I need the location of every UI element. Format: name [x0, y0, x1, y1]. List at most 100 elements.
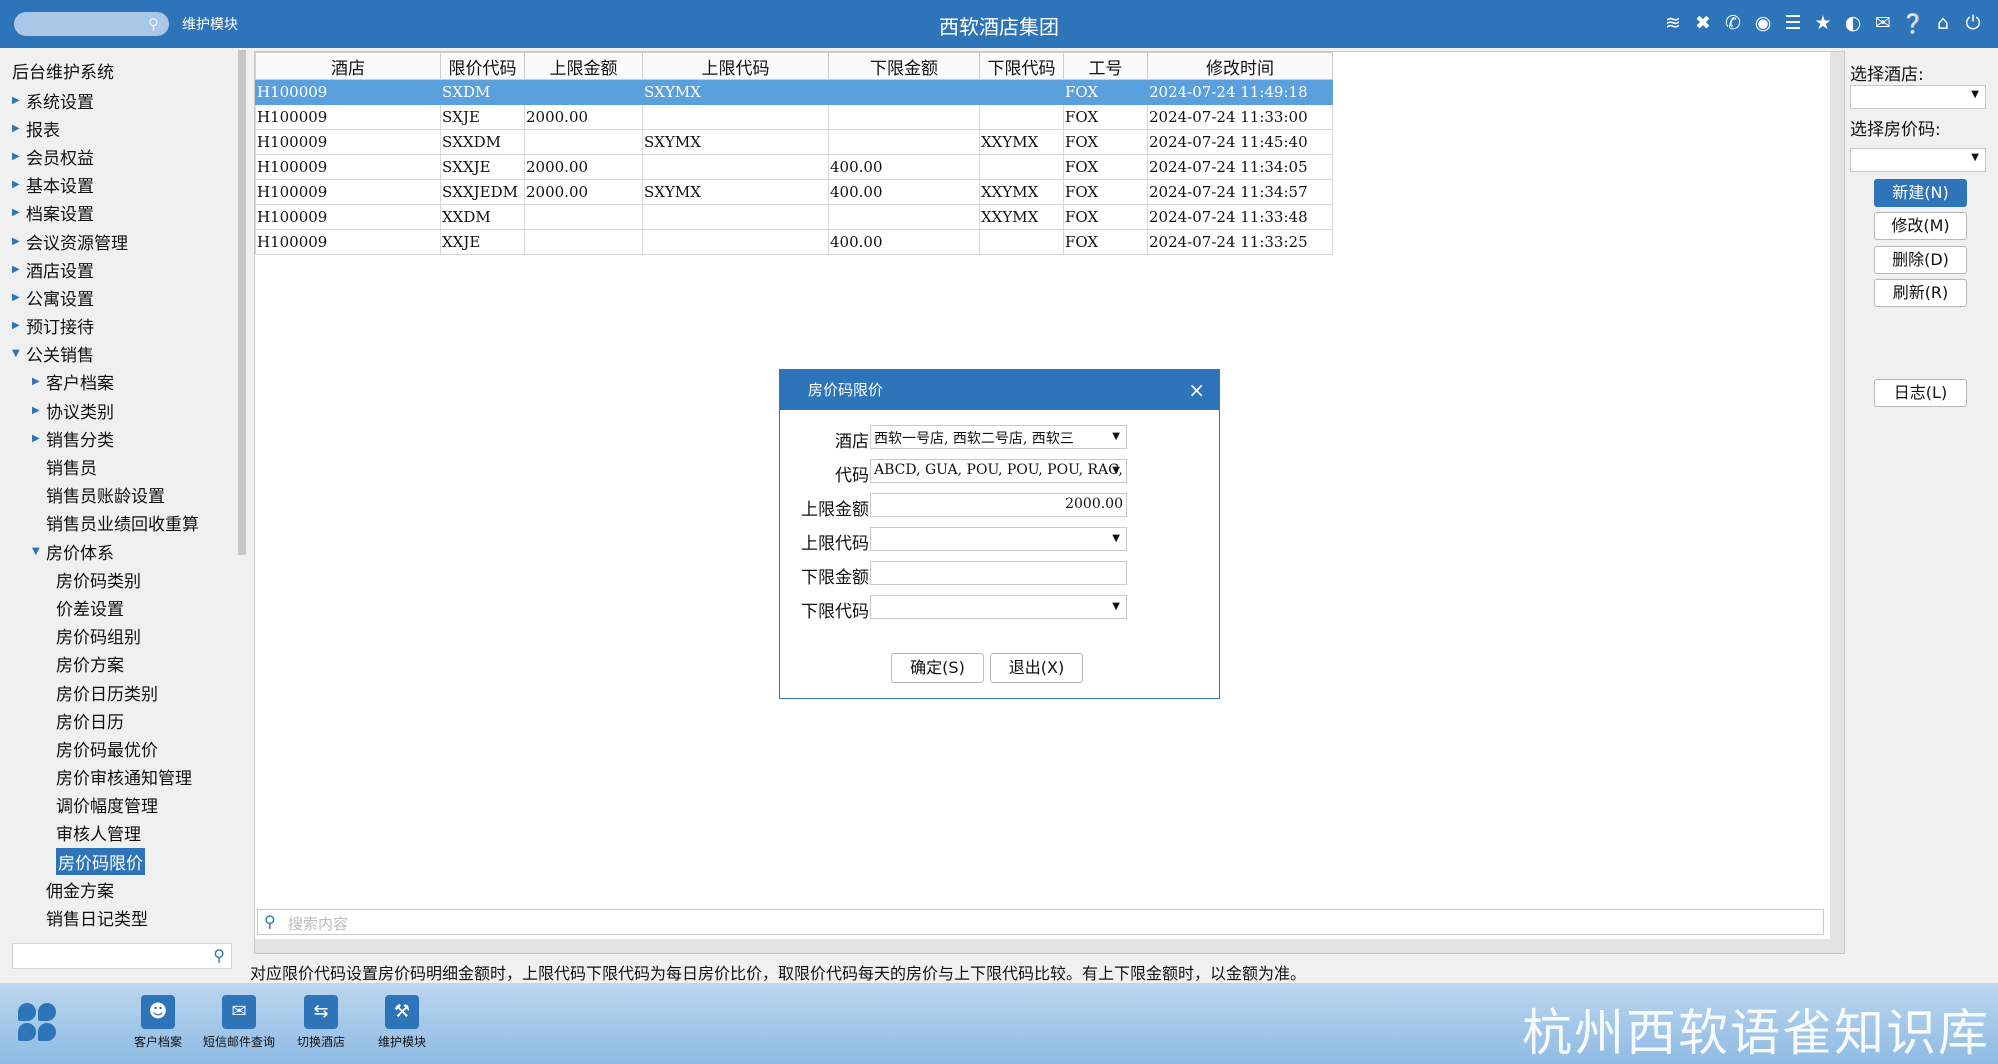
mail-icon[interactable]: ✉: [1872, 10, 1894, 36]
close-icon[interactable]: ×: [1188, 370, 1205, 410]
column-header[interactable]: 下限代码: [979, 52, 1064, 80]
chevron-down-icon[interactable]: ▼: [1112, 601, 1120, 612]
sidebar-item[interactable]: ▶ 系统设置: [0, 86, 240, 114]
expand-right-icon[interactable]: ▶: [12, 95, 26, 106]
table-row[interactable]: H100009 SXXJE 2000.00 400.00 FOX 2024-07-24 1…: [255, 154, 1333, 180]
sidebar-item[interactable]: ▶ 酒店设置: [0, 255, 240, 283]
sidebar-item[interactable]: 房价码最优价: [0, 734, 240, 762]
star-icon[interactable]: ★: [1812, 10, 1834, 36]
expand-right-icon[interactable]: ▶: [12, 207, 26, 218]
table-row[interactable]: H100009 XXJE 400.00 FOX 2024-07-24 11:33:25: [255, 229, 1333, 255]
home-icon[interactable]: ⌂: [1932, 10, 1954, 36]
sidebar-scrollbar[interactable]: [238, 50, 246, 555]
contrast-icon[interactable]: ◐: [1842, 10, 1864, 36]
table-row[interactable]: H100009 XXDM XXYMX FOX 2024-07-24 11:33:48: [255, 204, 1333, 230]
phone-icon[interactable]: ✆: [1722, 10, 1744, 36]
tree-search-input[interactable]: ⚲: [12, 943, 232, 969]
sidebar-item[interactable]: 房价方案: [0, 650, 240, 678]
wifi-icon[interactable]: ≋: [1662, 10, 1684, 36]
column-header[interactable]: 工号: [1063, 52, 1148, 80]
expand-right-icon[interactable]: ▶: [12, 179, 26, 190]
sidebar-item[interactable]: ▶ 会员权益: [0, 142, 240, 170]
sidebar-item[interactable]: 销售员: [0, 452, 240, 480]
sidebar-item[interactable]: ▶ 预订接待: [0, 312, 240, 340]
sidebar-item[interactable]: 销售员账龄设置: [0, 481, 240, 509]
sidebar-item[interactable]: ▼ 公关销售: [0, 340, 240, 368]
edit-button[interactable]: 修改(M): [1874, 212, 1967, 240]
search-icon[interactable]: ⚲: [213, 946, 225, 965]
table-row[interactable]: H100009 SXXJEDM 2000.00 SXYMX 400.00 XXYMX FOX…: [255, 179, 1333, 205]
expand-right-icon[interactable]: ▶: [12, 236, 26, 247]
dialog-select[interactable]: ▼: [870, 595, 1127, 619]
expand-down-icon[interactable]: ▼: [12, 348, 26, 359]
expand-right-icon[interactable]: ▶: [12, 264, 26, 275]
sidebar-item[interactable]: ▶ 报表: [0, 114, 240, 142]
dialog-input[interactable]: 2000.00: [870, 493, 1127, 517]
chevron-down-icon[interactable]: ▼: [1112, 465, 1120, 476]
dialog-select[interactable]: ABCD, GUA, POU, POU, POU, RAC, RIO ▼: [870, 459, 1127, 483]
grid-horizontal-scrollbar[interactable]: [255, 939, 1844, 953]
sidebar-item[interactable]: ▶ 基本设置: [0, 171, 240, 199]
sidebar-item[interactable]: 审核人管理: [0, 819, 240, 847]
power-icon[interactable]: ⏻: [1962, 10, 1984, 36]
dialog-select[interactable]: 西软一号店, 西软二号店, 西软三 ▼: [870, 425, 1127, 449]
help-icon[interactable]: ❔: [1901, 10, 1925, 36]
chevron-down-icon[interactable]: ▼: [1112, 431, 1120, 442]
column-header[interactable]: 限价代码: [440, 52, 525, 80]
sidebar-item[interactable]: 销售日记类型: [0, 903, 240, 931]
hotel-select[interactable]: ▼: [1850, 85, 1986, 109]
column-header[interactable]: 酒店: [255, 52, 441, 80]
refresh-button[interactable]: 刷新(R): [1874, 279, 1967, 307]
sidebar-item[interactable]: 佣金方案: [0, 875, 240, 903]
sidebar-item[interactable]: 房价码组别: [0, 622, 240, 650]
expand-right-icon[interactable]: ▶: [32, 405, 46, 416]
expand-right-icon[interactable]: ▶: [12, 320, 26, 331]
sidebar-item[interactable]: ▶ 协议类别: [0, 396, 240, 424]
delete-button[interactable]: 删除(D): [1874, 246, 1967, 274]
sidebar-item[interactable]: ▶ 销售分类: [0, 424, 240, 452]
sidebar-item[interactable]: ▶ 公寓设置: [0, 283, 240, 311]
sidebar-item[interactable]: 调价幅度管理: [0, 791, 240, 819]
palette-icon[interactable]: ◉: [1752, 10, 1774, 36]
column-header[interactable]: 修改时间: [1147, 52, 1333, 80]
taskbar-item-customer-profile[interactable]: ☻ 客户档案: [113, 995, 203, 1050]
sidebar-item[interactable]: 房价日历类别: [0, 678, 240, 706]
taskbar-item-maintenance[interactable]: ⚒ 维护模块: [357, 995, 447, 1050]
sidebar-item[interactable]: ▶ 会议资源管理: [0, 227, 240, 255]
tools-icon[interactable]: ✖: [1692, 10, 1714, 36]
ratecode-select[interactable]: ▼: [1850, 148, 1986, 172]
sidebar-item[interactable]: 销售员业绩回收重算: [0, 509, 240, 537]
sidebar-item[interactable]: 房价审核通知管理: [0, 763, 240, 791]
expand-right-icon[interactable]: ▶: [12, 123, 26, 134]
column-header[interactable]: 上限金额: [524, 52, 643, 80]
sidebar-item[interactable]: 房价码类别: [0, 565, 240, 593]
sidebar-item[interactable]: 房价码限价: [0, 847, 240, 875]
sidebar-item[interactable]: ▶ 档案设置: [0, 199, 240, 227]
sidebar-item[interactable]: 房价日历: [0, 706, 240, 734]
table-row[interactable]: H100009 SXDM SXYMX FOX 2024-07-24 11:49:18: [255, 79, 1333, 105]
table-row[interactable]: H100009 SXJE 2000.00 FOX 2024-07-24 11:33:00: [255, 104, 1333, 130]
sidebar-item[interactable]: ▶ 客户档案: [0, 368, 240, 396]
dialog-select[interactable]: ▼: [870, 527, 1127, 551]
log-button[interactable]: 日志(L): [1874, 379, 1967, 407]
expand-down-icon[interactable]: ▼: [32, 546, 46, 557]
taskbar-item-sms-mail[interactable]: ✉ 短信邮件查询: [194, 995, 284, 1050]
dialog-input[interactable]: [870, 561, 1127, 585]
sidebar-item[interactable]: 价差设置: [0, 593, 240, 621]
sidebar-item[interactable]: ▼ 房价体系: [0, 537, 240, 565]
table-row[interactable]: H100009 SXXDM SXYMX XXYMX FOX 2024-07-24 11:4…: [255, 129, 1333, 155]
grid-vertical-scrollbar[interactable]: [1830, 52, 1844, 939]
ok-button[interactable]: 确定(S): [891, 653, 984, 683]
expand-right-icon[interactable]: ▶: [12, 151, 26, 162]
expand-right-icon[interactable]: ▶: [12, 292, 26, 303]
expand-right-icon[interactable]: ▶: [32, 376, 46, 387]
new-button[interactable]: 新建(N): [1874, 179, 1967, 207]
taskbar-item-switch-hotel[interactable]: ⇆ 切换酒店: [276, 995, 366, 1050]
exit-button[interactable]: 退出(X): [990, 653, 1083, 683]
grid-search-input[interactable]: ⚲ 搜索内容: [257, 909, 1824, 935]
app-logo-icon[interactable]: [18, 1003, 58, 1043]
menu-icon[interactable]: ☰: [1782, 10, 1804, 36]
chevron-down-icon[interactable]: ▼: [1112, 533, 1120, 544]
column-header[interactable]: 上限代码: [642, 52, 829, 80]
column-header[interactable]: 下限金额: [828, 52, 980, 80]
